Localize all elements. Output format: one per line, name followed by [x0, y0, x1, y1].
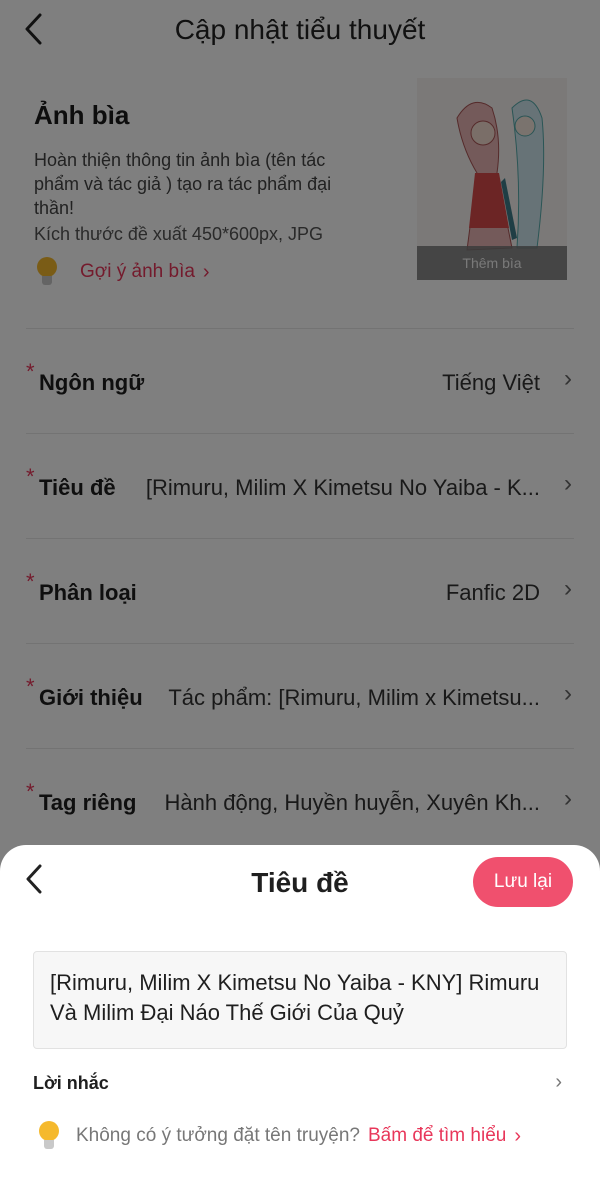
title-edit-sheet: Tiêu đề Lưu lại [Rimuru, Milim X Kimetsu… — [0, 845, 600, 1180]
save-button[interactable]: Lưu lại — [473, 857, 573, 907]
title-input[interactable]: [Rimuru, Milim X Kimetsu No Yaiba - KNY]… — [33, 951, 567, 1049]
naming-hint[interactable]: Không có ý tưởng đặt tên truyện? Bấm để … — [36, 1119, 521, 1153]
reminder-label[interactable]: Lời nhắc — [33, 1073, 109, 1094]
chevron-right-icon[interactable]: › — [555, 1071, 562, 1094]
chevron-right-icon: › — [514, 1124, 521, 1147]
hint-text: Không có ý tưởng đặt tên truyện? — [76, 1125, 360, 1146]
learn-more-link[interactable]: Bấm để tìm hiểu — [368, 1125, 506, 1147]
lightbulb-icon — [36, 1121, 62, 1151]
